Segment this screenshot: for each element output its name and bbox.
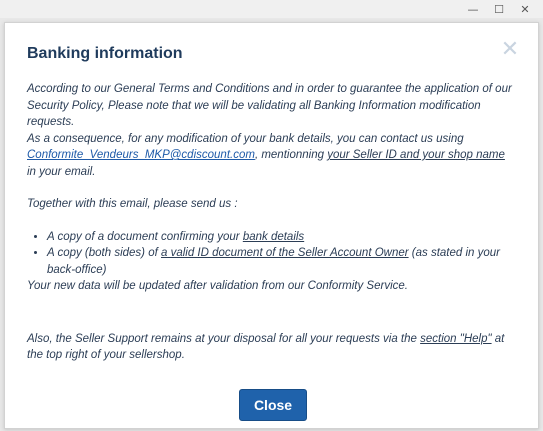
dialog-title: Banking information [27, 45, 183, 62]
close-icon[interactable]: ✕ [500, 37, 520, 62]
policy-paragraph: According to our General Terms and Condi… [27, 83, 512, 128]
contact-text-mid: , mentionning [254, 149, 328, 161]
support-text: Also, the Seller Support remains at your… [27, 332, 421, 345]
minimize-icon[interactable]: — [462, 0, 484, 18]
window-close-icon[interactable]: ✕ [514, 0, 536, 18]
id-document-text: a valid ID document of the Seller Accoun… [161, 247, 409, 259]
required-documents-list: A copy of a document confirming your ban… [27, 229, 517, 279]
contact-text: As a consequence, for any modification o… [27, 132, 464, 145]
close-button[interactable]: Close [239, 389, 307, 421]
dialog-body: According to our General Terms and Condi… [27, 81, 517, 364]
help-section-link[interactable]: section "Help" [420, 333, 491, 345]
seller-id-text: your Seller ID and your shop name [327, 149, 505, 161]
banking-info-dialog: Banking information ✕ According to our G… [4, 22, 539, 429]
window-titlebar: — ☐ ✕ [0, 0, 543, 18]
validation-paragraph: Your new data will be updated after vali… [27, 280, 408, 292]
list-item-text: A copy (both sides) of [47, 247, 161, 259]
list-item: A copy of a document confirming your ban… [47, 229, 517, 246]
bank-details-text: bank details [242, 230, 305, 243]
support-paragraph: Also, the Seller Support remains at your… [27, 331, 517, 364]
app-window: — ☐ ✕ Banking information ✕ According to… [0, 0, 543, 431]
list-item: A copy (both sides) of a valid ID docume… [47, 245, 517, 278]
email-link[interactable]: Conformite_Vendeurs_MKP@cdiscount.com [27, 149, 255, 161]
list-item-text: A copy of a document confirming your [47, 230, 243, 243]
send-us-paragraph: Together with this email, please send us… [27, 198, 238, 210]
contact-text-end: in your email. [27, 165, 96, 178]
contact-paragraph: As a consequence, for any modification o… [27, 131, 517, 181]
maximize-icon[interactable]: ☐ [488, 0, 510, 18]
